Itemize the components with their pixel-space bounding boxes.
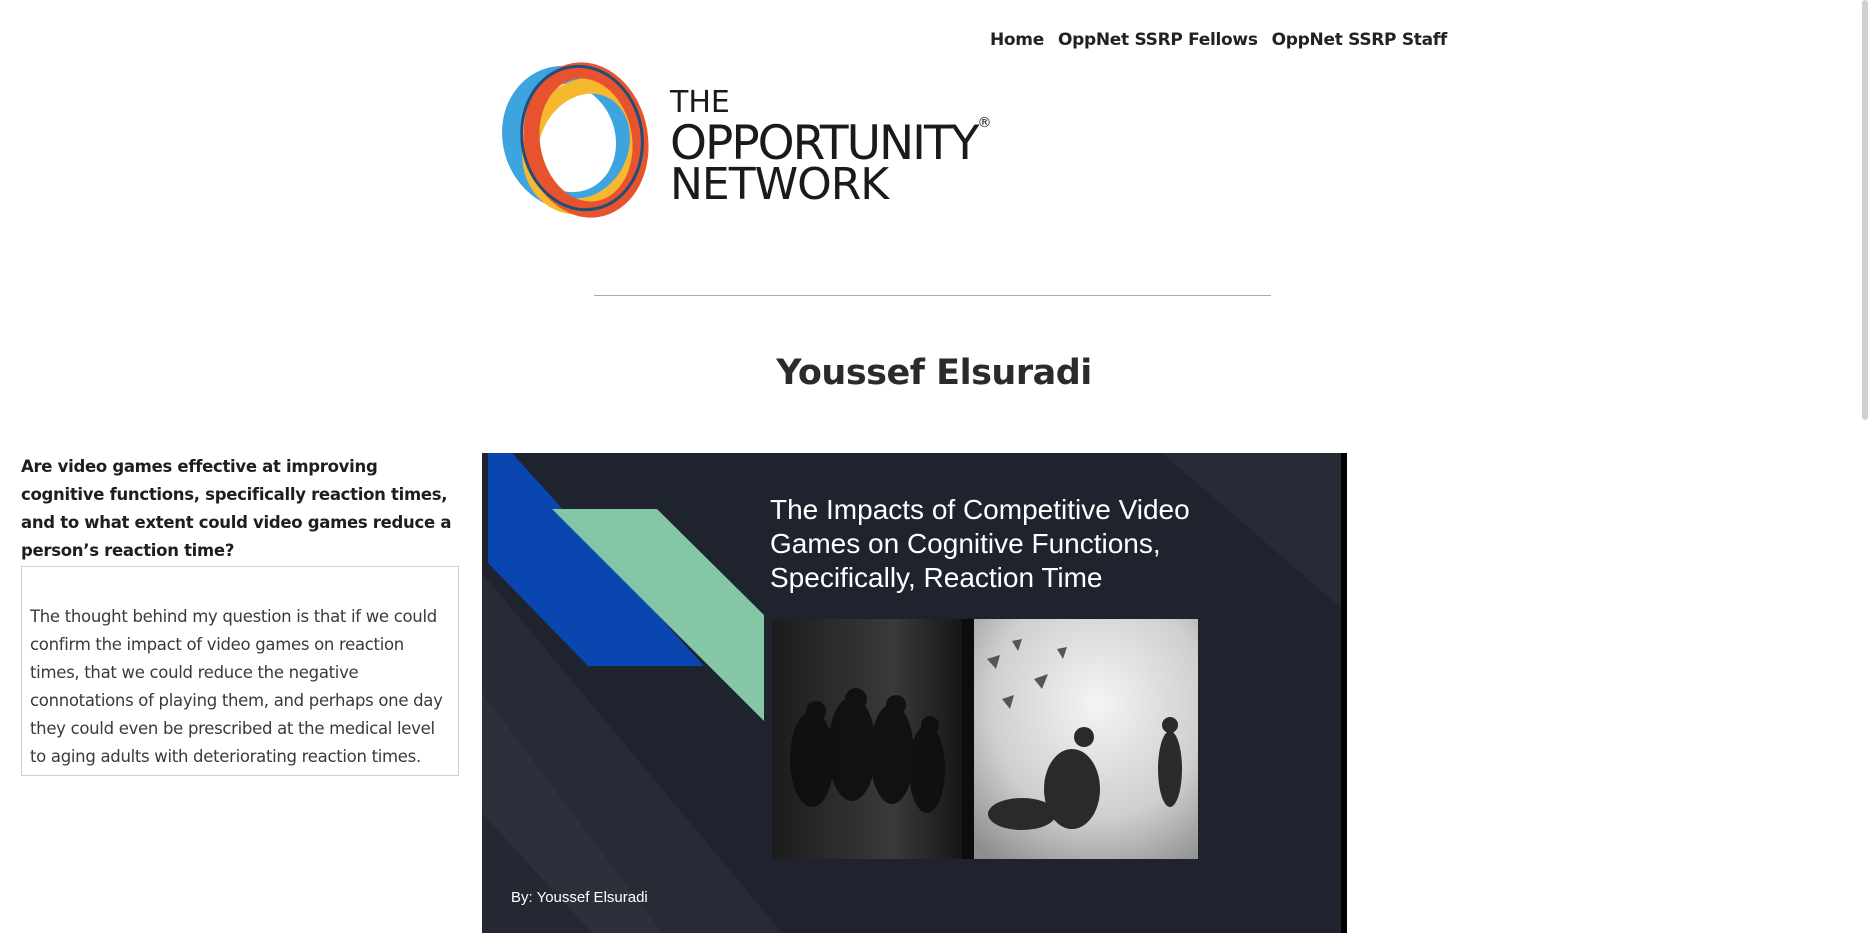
nav-home-link[interactable]: Home [990,30,1044,50]
rationale-text: The thought behind my question is that i… [30,607,443,766]
top-nav: Home OppNet SSRP Fellows OppNet SSRP Sta… [990,30,1447,50]
nav-fellows-link[interactable]: OppNet SSRP Fellows [1058,30,1258,50]
slide-title: The Impacts of Competitive Video Games o… [770,494,1190,593]
slide-byline: By: Youssef Elsuradi [511,889,648,906]
logo-wordmark: THE OPPORTUNITY ® NETWORK [670,85,991,207]
research-question: Are video games effective at improving c… [21,457,452,560]
logo-line-opportunity-text: OPPORTUNITY [670,116,979,171]
opportunity-network-logo[interactable]: THE OPPORTUNITY ® NETWORK [496,60,1016,225]
registered-mark: ® [977,115,992,131]
nav-staff-link[interactable]: OppNet SSRP Staff [1272,30,1448,50]
logo-line-opportunity: OPPORTUNITY ® [670,116,991,167]
header-divider [594,295,1271,296]
presentation-slide[interactable]: The Impacts of Competitive Video Games o… [482,453,1347,933]
logo-line-the: THE [670,85,730,120]
page-scrollbar[interactable] [1862,0,1868,420]
slide-game-image [772,619,1198,859]
rationale-box: The thought behind my question is that i… [21,566,459,776]
page-title: Youssef Elsuradi [776,353,1092,393]
logo-rings-icon [502,62,649,218]
